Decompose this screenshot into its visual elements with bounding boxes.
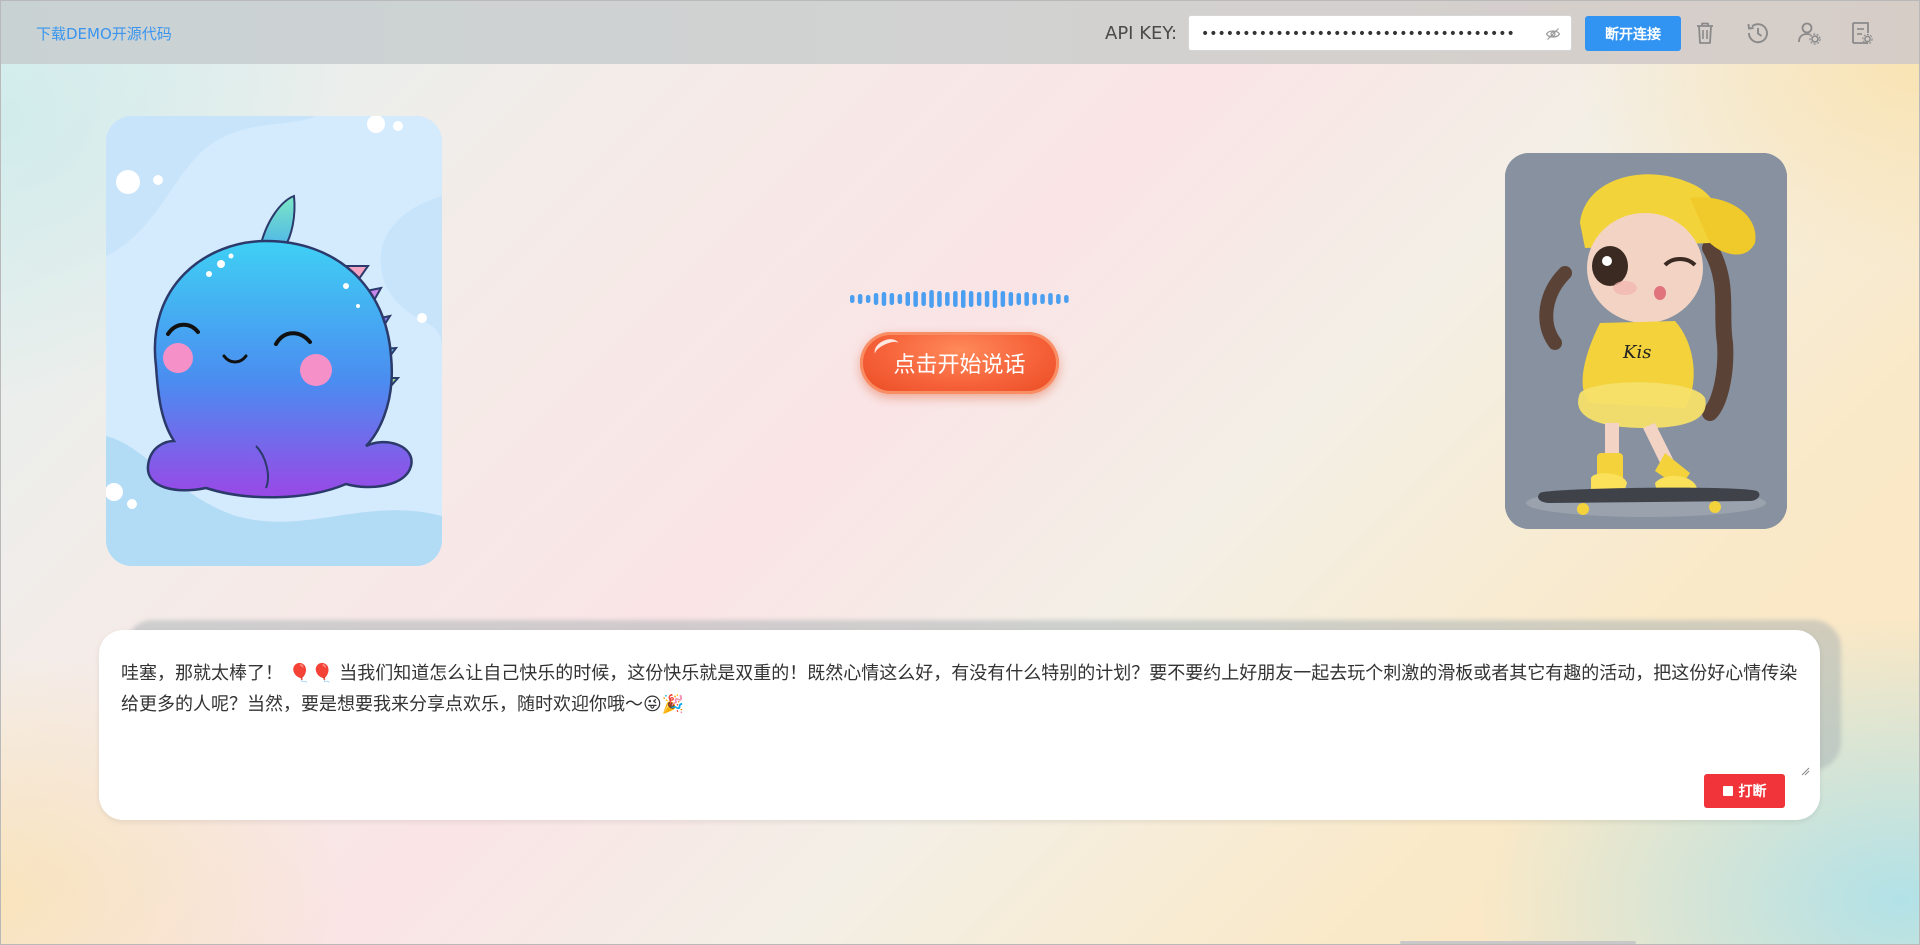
window-frame (0, 0, 1920, 945)
